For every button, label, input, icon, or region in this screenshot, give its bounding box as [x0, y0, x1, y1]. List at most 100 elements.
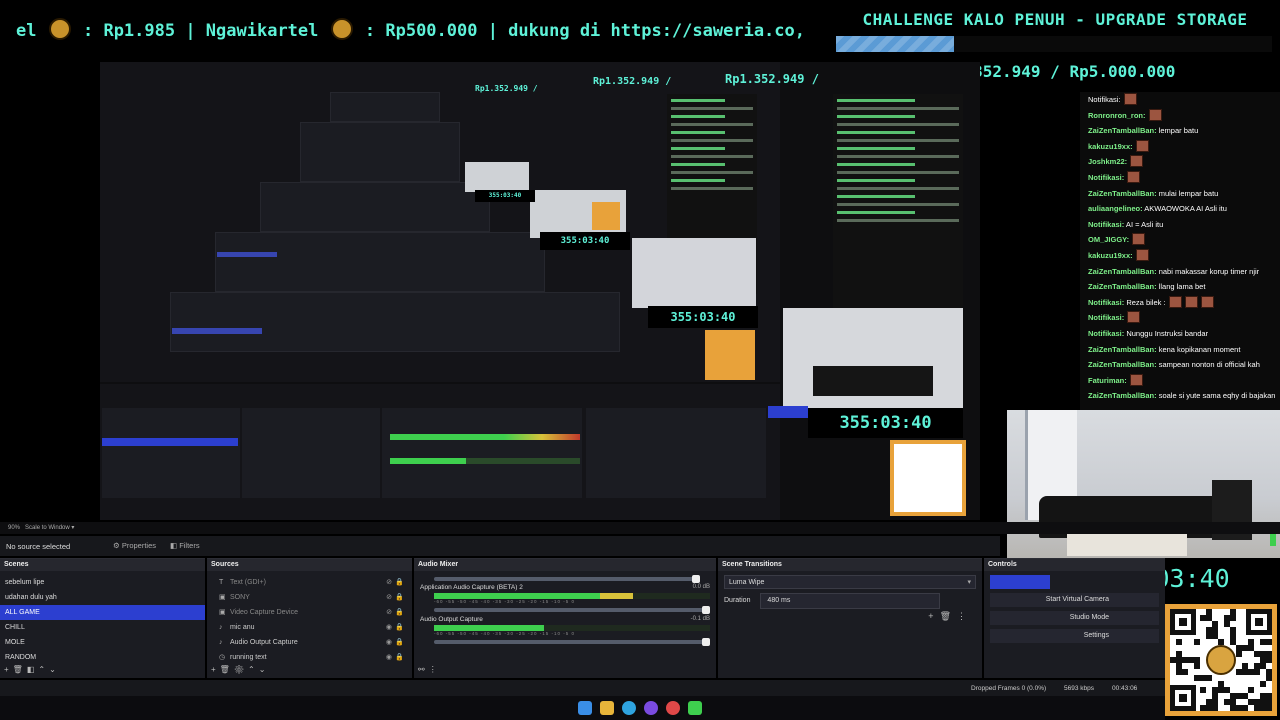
zoom-level[interactable]: 90%	[8, 525, 20, 531]
more-icon[interactable]: ⋮	[429, 665, 441, 674]
browser-icon[interactable]	[622, 701, 636, 715]
scene-item[interactable]: ALL GAME	[0, 605, 205, 620]
scene-item[interactable]: RANDOM	[0, 650, 205, 665]
play-icon[interactable]	[688, 701, 702, 715]
chat-username[interactable]: ZaiZenTamballBan:	[1088, 189, 1157, 198]
lock-icon[interactable]: 🔒	[395, 620, 404, 635]
lock-icon[interactable]: 🔒	[395, 605, 404, 620]
visibility-icon[interactable]: ⊘	[386, 605, 392, 620]
source-item[interactable]: ▣ SONY ⊘ 🔒	[207, 590, 412, 605]
start-streaming-button[interactable]	[990, 575, 1050, 589]
emote-icon	[1135, 139, 1149, 152]
add-icon[interactable]: +	[928, 611, 939, 621]
duration-input[interactable]: 480 ms	[760, 593, 941, 609]
tab-properties[interactable]: ⚙ Properties	[113, 541, 156, 550]
chat-message: ZaiZenTamballBan: lempar batu	[1080, 123, 1280, 139]
visibility-icon[interactable]: ◉	[386, 650, 392, 665]
source-item[interactable]: T Text (GDI+) ⊘ 🔒	[207, 575, 412, 590]
lock-icon[interactable]: 🔒	[395, 635, 404, 650]
chat-username[interactable]: Joshkm22:	[1088, 157, 1127, 166]
visibility-icon[interactable]: ⊘	[386, 590, 392, 605]
chat-text: Reza bilek :	[1124, 297, 1166, 307]
volume-slider[interactable]	[434, 606, 710, 614]
more-icon[interactable]: ⋮	[957, 611, 972, 621]
scale-mode[interactable]: Scale to Window	[25, 525, 70, 531]
slider-knob[interactable]	[692, 575, 700, 583]
qr-module	[1260, 681, 1266, 687]
goal-title: CHALLENGE KALO PENUH - UPGRADE STORAGE	[862, 10, 1248, 29]
chat-username[interactable]: Notifikasi:	[1088, 298, 1124, 307]
bitrate: 5693 kbps	[1064, 685, 1094, 692]
chat-username[interactable]: Notifikasi:	[1088, 173, 1124, 182]
lock-icon[interactable]: 🔒	[395, 590, 404, 605]
chat-username[interactable]: ZaiZenTamballBan:	[1088, 345, 1157, 354]
chat-message: OM_JIGGY:	[1080, 232, 1280, 248]
chevron-up-icon[interactable]: ⌃	[38, 665, 49, 674]
transition-select[interactable]: Luma Wipe ▾	[724, 575, 976, 589]
tab-filters[interactable]: ◧ Filters	[170, 541, 200, 550]
chat-username[interactable]: Notifikasi:	[1088, 329, 1124, 338]
emote-icon	[1135, 248, 1149, 261]
add-icon[interactable]: +	[211, 665, 220, 674]
obs-icon[interactable]	[644, 701, 658, 715]
source-item[interactable]: ♪ mic anu ◉ 🔒	[207, 620, 412, 635]
chat-username[interactable]: Faturiman:	[1088, 376, 1127, 385]
folder-icon[interactable]	[600, 701, 614, 715]
visibility-icon[interactable]: ◉	[386, 620, 392, 635]
start-icon[interactable]	[578, 701, 592, 715]
scene-item[interactable]: CHILL	[0, 620, 205, 635]
source-item[interactable]: ▣ Video Capture Device ⊘ 🔒	[207, 605, 412, 620]
lock-icon[interactable]: 🔒	[395, 650, 404, 665]
scene-item[interactable]: udahan dulu yah	[0, 590, 205, 605]
control-button[interactable]: Settings	[990, 629, 1159, 643]
trash-icon[interactable]: 🗑	[940, 611, 957, 621]
chat-text: mulai lempar batu	[1156, 188, 1219, 198]
scenes-toolbar: +🗑◧⌃⌄	[4, 665, 60, 674]
qr-finder	[1170, 609, 1196, 635]
chat-username[interactable]: kakuzu19xx:	[1088, 142, 1133, 151]
chat-username[interactable]: ZaiZenTamballBan:	[1088, 360, 1157, 369]
chat-username[interactable]: ZaiZenTamballBan:	[1088, 126, 1157, 135]
trash-icon[interactable]: 🗑	[13, 665, 27, 674]
properties-bar: No source selected ⚙ Properties ◧ Filter…	[0, 536, 1000, 556]
chat-username[interactable]: Notifikasi:	[1088, 313, 1124, 322]
slider-knob[interactable]	[702, 606, 710, 614]
control-button[interactable]: Studio Mode	[990, 611, 1159, 625]
link-icon[interactable]: ⚯	[418, 665, 429, 674]
chat-message: Notifikasi: Reza bilek :	[1080, 295, 1280, 311]
chrome-icon[interactable]	[666, 701, 680, 715]
chevron-down-icon[interactable]: ⌄	[259, 665, 270, 674]
chevron-down-icon[interactable]: ⌄	[49, 665, 60, 674]
lock-icon[interactable]: 🔒	[395, 575, 404, 590]
add-icon[interactable]: +	[4, 665, 13, 674]
visibility-icon[interactable]: ⊘	[386, 575, 392, 590]
visibility-icon[interactable]: ◉	[386, 635, 392, 650]
chat-username[interactable]: Ronronron_ron:	[1088, 111, 1146, 120]
chevron-up-icon[interactable]: ⌃	[248, 665, 259, 674]
chat-username[interactable]: ZaiZenTamballBan:	[1088, 267, 1157, 276]
volume-slider[interactable]	[434, 638, 710, 646]
preview-zoom-bar: 90% Scale to Window ▾	[0, 522, 1280, 534]
goal-progress-bar	[836, 36, 1272, 52]
control-button[interactable]: Start Virtual Camera	[990, 593, 1159, 607]
chat-username[interactable]: kakuzu19xx:	[1088, 251, 1133, 260]
gear-icon[interactable]: ⚙	[234, 665, 248, 674]
scene-item[interactable]: sebelum lipe	[0, 575, 205, 590]
chat-username[interactable]: auliaangelineo:	[1088, 204, 1143, 213]
filter-icon: ◧	[170, 541, 178, 550]
scene-item[interactable]: MOLE	[0, 635, 205, 650]
chat-message: ZaiZenTamballBan: nabi makassar korup ti…	[1080, 264, 1280, 280]
filter-icon[interactable]: ◧	[27, 665, 39, 674]
chat-username[interactable]: ZaiZenTamballBan:	[1088, 282, 1157, 291]
source-item[interactable]: ◷ running text ◉ 🔒	[207, 650, 412, 665]
source-item[interactable]: ♪ Audio Output Capture ◉ 🔒	[207, 635, 412, 650]
chat-username[interactable]: ZaiZenTamballBan:	[1088, 391, 1157, 400]
donation-qr-code	[1165, 604, 1277, 716]
chat-username[interactable]: OM_JIGGY:	[1088, 235, 1129, 244]
trash-icon[interactable]: 🗑	[220, 665, 234, 674]
slider-knob[interactable]	[702, 638, 710, 646]
master-volume-slider[interactable]	[434, 575, 700, 583]
chevron-down-icon[interactable]: ▾	[71, 525, 74, 531]
chat-username[interactable]: Notifikasi:	[1088, 220, 1124, 229]
emote-icon	[1127, 311, 1141, 324]
